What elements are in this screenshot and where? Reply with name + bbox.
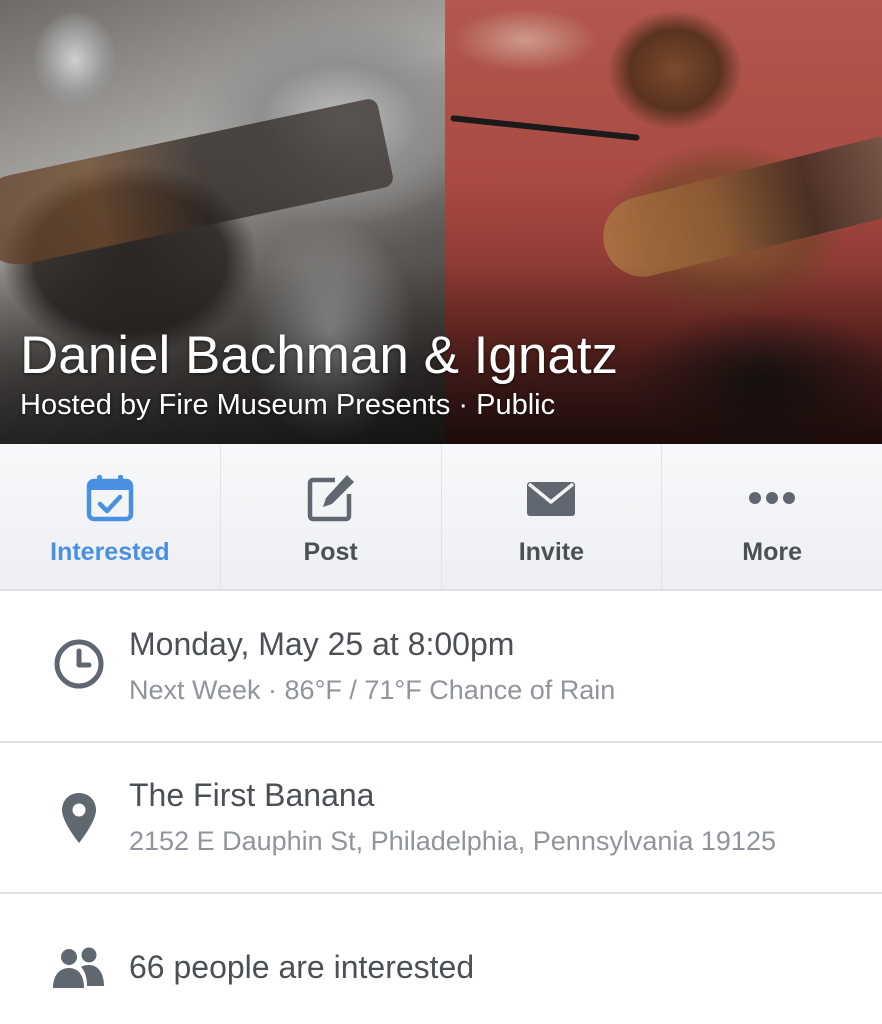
interested-count: 66 people are interested bbox=[129, 949, 475, 985]
event-time-row[interactable]: Monday, May 25 at 8:00pm Next Week · 86°… bbox=[0, 593, 882, 742]
event-weather-forecast: Next Week · 86°F / 71°F Chance of Rain bbox=[129, 675, 616, 705]
event-host-privacy[interactable]: Hosted by Fire Museum Presents · Public bbox=[20, 388, 555, 422]
post-button[interactable]: Post bbox=[219, 444, 441, 589]
people-icon bbox=[53, 947, 104, 988]
venue-name: The First Banana bbox=[129, 777, 375, 813]
venue-address: 2152 E Dauphin St, Philadelphia, Pennsyl… bbox=[129, 826, 776, 856]
more-button-label: More bbox=[742, 538, 802, 566]
more-dots-icon bbox=[749, 492, 796, 504]
clock-icon bbox=[54, 639, 104, 689]
location-pin-icon bbox=[62, 793, 96, 843]
more-button[interactable]: More bbox=[661, 444, 882, 589]
event-cover-photo[interactable]: Daniel Bachman & Ignatz Hosted by Fire M… bbox=[0, 0, 882, 444]
event-title: Daniel Bachman & Ignatz bbox=[20, 326, 619, 385]
event-date-time: Monday, May 25 at 8:00pm bbox=[129, 626, 515, 662]
invite-button-label: Invite bbox=[518, 538, 585, 566]
interested-button[interactable]: Interested bbox=[0, 444, 220, 589]
event-action-bar: Interested Post Invite More bbox=[0, 444, 882, 591]
invite-button[interactable]: Invite bbox=[440, 444, 662, 589]
envelope-icon bbox=[527, 482, 576, 516]
event-attendance-row[interactable]: 66 people are interested bbox=[0, 894, 882, 1024]
edit-icon bbox=[307, 475, 354, 522]
event-location-row[interactable]: The First Banana 2152 E Dauphin St, Phil… bbox=[0, 743, 882, 892]
post-button-label: Post bbox=[303, 538, 358, 566]
calendar-check-icon bbox=[86, 475, 134, 522]
interested-button-label: Interested bbox=[50, 538, 170, 566]
